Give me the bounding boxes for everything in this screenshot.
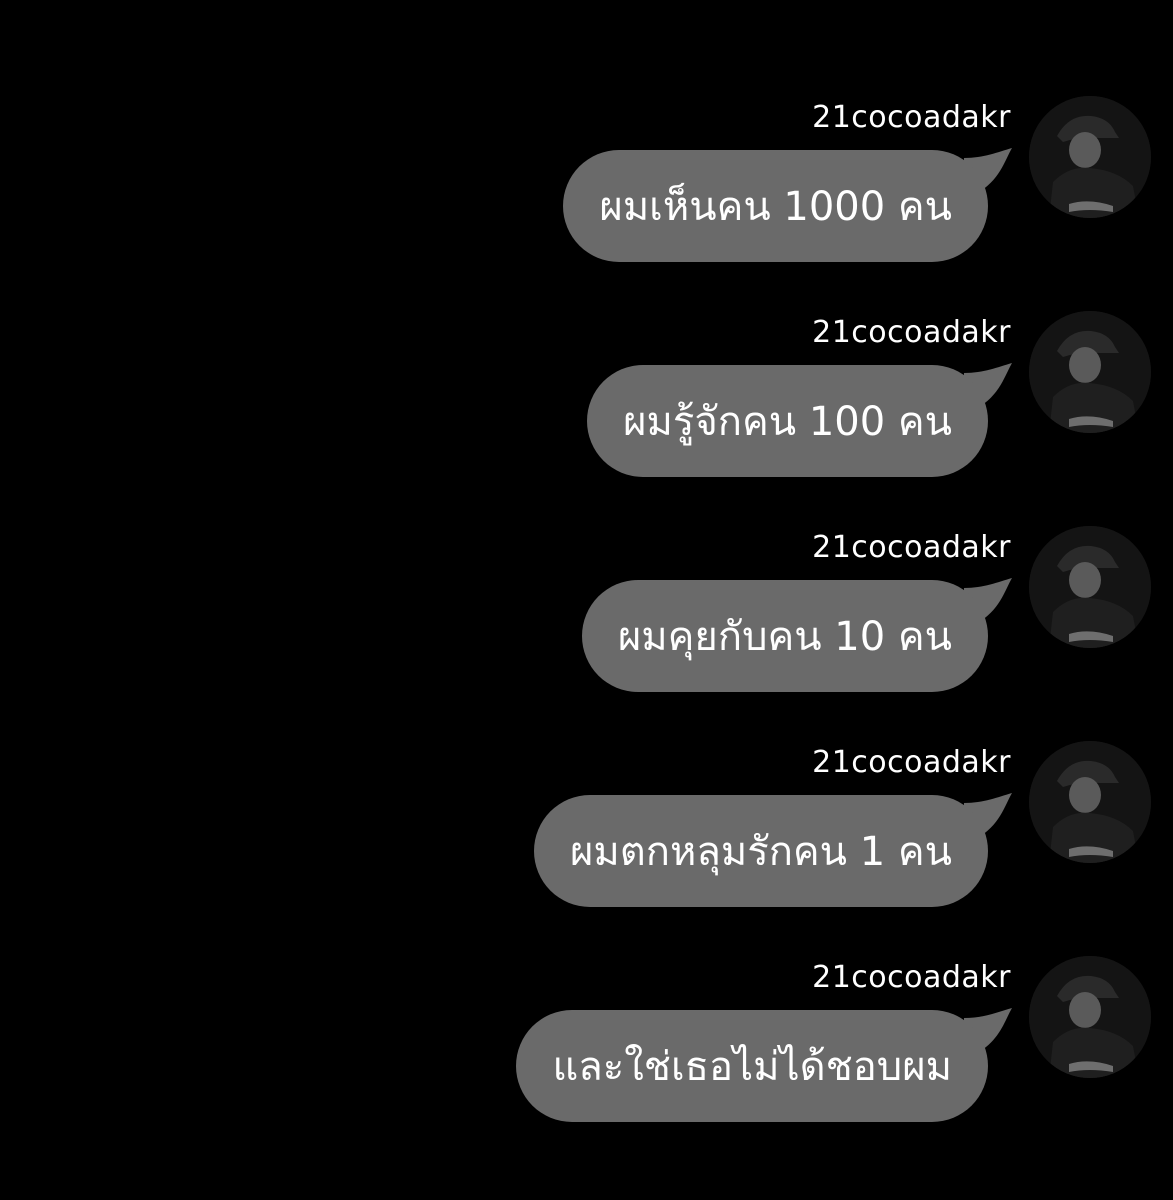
user-avatar-icon[interactable] bbox=[1029, 956, 1151, 1078]
sender-username: 21cocoadakr bbox=[812, 530, 1011, 565]
user-avatar-icon[interactable] bbox=[1029, 741, 1151, 863]
message-bubble-wrap: ผมตกหลุมรักคน 1 คน bbox=[533, 793, 1012, 907]
message-row: 21cocoadakr ผมคุยกับคน 10 คน bbox=[0, 526, 1173, 745]
chat-thread: 21cocoadakr ผมเห็นคน 1000 คน 21cocoadakr bbox=[0, 0, 1173, 1200]
sender-username: 21cocoadakr bbox=[812, 745, 1011, 780]
message-bubble[interactable]: ผมตกหลุมรักคน 1 คน bbox=[533, 795, 988, 907]
user-avatar-icon[interactable] bbox=[1029, 96, 1151, 218]
message-bubble[interactable]: ผมเห็นคน 1000 คน bbox=[563, 150, 988, 262]
sender-username: 21cocoadakr bbox=[812, 315, 1011, 350]
sender-username: 21cocoadakr bbox=[812, 100, 1011, 135]
message-bubble[interactable]: และใช่เธอไม่ได้ชอบผม bbox=[516, 1010, 988, 1122]
message-bubble-wrap: ผมรู้จักคน 100 คน bbox=[587, 363, 1012, 477]
message-bubble-wrap: ผมคุยกับคน 10 คน bbox=[581, 578, 1012, 692]
message-bubble[interactable]: ผมรู้จักคน 100 คน bbox=[587, 365, 988, 477]
user-avatar-icon[interactable] bbox=[1029, 526, 1151, 648]
message-row: 21cocoadakr ผมตกหลุมรักคน 1 คน bbox=[0, 741, 1173, 960]
message-row: 21cocoadakr และใช่เธอไม่ได้ชอบผม bbox=[0, 956, 1173, 1175]
user-avatar-icon[interactable] bbox=[1029, 311, 1151, 433]
message-text: ผมคุยกับคน 10 คน bbox=[617, 614, 952, 660]
message-text: และใช่เธอไม่ได้ชอบผม bbox=[552, 1044, 952, 1090]
message-bubble-wrap: และใช่เธอไม่ได้ชอบผม bbox=[516, 1008, 1012, 1122]
sender-username: 21cocoadakr bbox=[812, 960, 1011, 995]
message-text: ผมตกหลุมรักคน 1 คน bbox=[569, 829, 952, 875]
message-row: 21cocoadakr ผมรู้จักคน 100 คน bbox=[0, 311, 1173, 530]
message-row: 21cocoadakr ผมเห็นคน 1000 คน bbox=[0, 96, 1173, 315]
message-text: ผมรู้จักคน 100 คน bbox=[623, 399, 952, 445]
message-bubble[interactable]: ผมคุยกับคน 10 คน bbox=[581, 580, 988, 692]
message-bubble-wrap: ผมเห็นคน 1000 คน bbox=[563, 148, 1012, 262]
message-text: ผมเห็นคน 1000 คน bbox=[599, 184, 952, 230]
